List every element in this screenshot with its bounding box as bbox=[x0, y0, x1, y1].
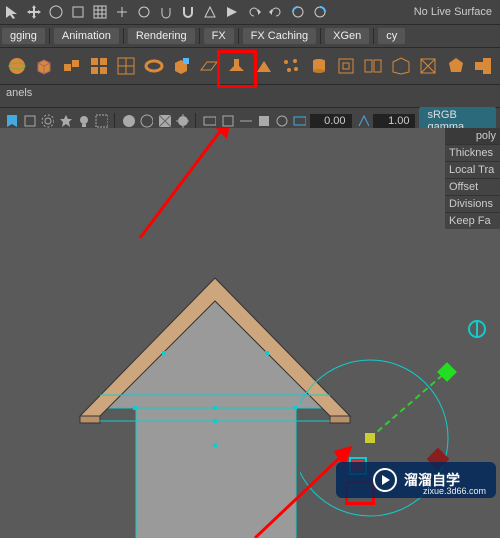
lit-icon[interactable] bbox=[175, 113, 189, 129]
grid-icon[interactable] bbox=[92, 4, 108, 20]
toggle3-icon[interactable] bbox=[238, 113, 252, 129]
tab-animation[interactable]: Animation bbox=[54, 28, 119, 44]
attr-row[interactable]: Local Tra bbox=[445, 161, 500, 178]
tab-rendering[interactable]: Rendering bbox=[128, 28, 195, 44]
grid-4-icon[interactable] bbox=[88, 55, 109, 77]
attribute-panel: poly Thicknes Local Tra Offset Divisions… bbox=[445, 128, 500, 229]
attr-row[interactable]: Keep Fa bbox=[445, 212, 500, 229]
live-surface-dropdown[interactable]: No Live Surface bbox=[410, 6, 496, 18]
viewport[interactable]: poly Thicknes Local Tra Offset Divisions… bbox=[0, 128, 500, 538]
frame-icon[interactable] bbox=[335, 55, 356, 77]
mirror-icon[interactable] bbox=[363, 55, 384, 77]
poly-sphere-icon[interactable] bbox=[6, 55, 27, 77]
sel-icon[interactable] bbox=[94, 113, 108, 129]
cone-icon[interactable] bbox=[202, 4, 218, 20]
poly-cube-icon[interactable] bbox=[33, 55, 54, 77]
gear-icon[interactable] bbox=[40, 113, 54, 129]
tab-fx[interactable]: FX bbox=[204, 28, 234, 44]
circle-icon[interactable] bbox=[136, 4, 152, 20]
rotate-icon[interactable] bbox=[48, 4, 64, 20]
toggle2-icon[interactable] bbox=[220, 113, 234, 129]
grid-outline-icon[interactable] bbox=[116, 55, 137, 77]
annotation-arrow-1 bbox=[110, 128, 310, 298]
gamma-icon[interactable] bbox=[356, 113, 370, 129]
tab-custom[interactable]: cy bbox=[378, 28, 405, 44]
menu-bar: gging Animation Rendering FX FX Caching … bbox=[0, 25, 500, 48]
plus-icon[interactable] bbox=[114, 4, 130, 20]
magnet-icon[interactable] bbox=[180, 4, 196, 20]
snap-icon[interactable] bbox=[158, 4, 174, 20]
cam-left-icon[interactable] bbox=[290, 4, 306, 20]
panel-icon[interactable] bbox=[390, 55, 411, 77]
panels-tab[interactable]: anels bbox=[0, 85, 500, 108]
toggle5-icon[interactable] bbox=[274, 113, 288, 129]
exposure-value[interactable]: 0.00 bbox=[310, 114, 352, 128]
highlight-extrude bbox=[217, 50, 257, 88]
cube-small-icon[interactable] bbox=[22, 113, 36, 129]
textured-icon[interactable] bbox=[157, 113, 171, 129]
attr-row[interactable]: Divisions bbox=[445, 195, 500, 212]
undo-icon[interactable] bbox=[246, 4, 262, 20]
tab-xgen[interactable]: XGen bbox=[325, 28, 369, 44]
toggle4-icon[interactable] bbox=[256, 113, 270, 129]
bookmark-icon[interactable] bbox=[4, 113, 18, 129]
pointer-icon[interactable] bbox=[224, 4, 240, 20]
cube-add-icon[interactable] bbox=[171, 55, 192, 77]
cylinder-icon[interactable] bbox=[308, 55, 329, 77]
cubes2-icon[interactable] bbox=[472, 55, 493, 77]
gate-icon[interactable] bbox=[292, 113, 306, 129]
star-icon[interactable] bbox=[58, 113, 72, 129]
attr-row[interactable]: Thicknes bbox=[445, 144, 500, 161]
light-icon[interactable] bbox=[76, 113, 90, 129]
watermark: 溜溜自学 zixue.3d66.com bbox=[336, 462, 496, 498]
gamma-value[interactable]: 1.00 bbox=[373, 114, 415, 128]
icos-icon[interactable] bbox=[445, 55, 466, 77]
play-circle-icon bbox=[372, 467, 398, 493]
attr-row[interactable]: Offset bbox=[445, 178, 500, 195]
toggle1-icon[interactable] bbox=[202, 113, 216, 129]
shaded-icon[interactable] bbox=[121, 113, 135, 129]
redo-icon[interactable] bbox=[268, 4, 284, 20]
poly-cubes-icon[interactable] bbox=[61, 55, 82, 77]
scale-icon[interactable] bbox=[70, 4, 86, 20]
scatter-icon[interactable] bbox=[280, 55, 301, 77]
tab-rigging[interactable]: gging bbox=[2, 28, 45, 44]
box-cross-icon[interactable] bbox=[418, 55, 439, 77]
attr-title: poly bbox=[445, 128, 500, 144]
torus-icon[interactable] bbox=[143, 55, 164, 77]
cam-right-icon[interactable] bbox=[312, 4, 328, 20]
move-icon[interactable] bbox=[26, 4, 42, 20]
wire-icon[interactable] bbox=[139, 113, 153, 129]
tab-fx-caching[interactable]: FX Caching bbox=[243, 28, 316, 44]
top-bar: No Live Surface bbox=[0, 0, 500, 25]
cursor-icon[interactable] bbox=[4, 4, 20, 20]
watermark-url: zixue.3d66.com bbox=[423, 486, 486, 496]
